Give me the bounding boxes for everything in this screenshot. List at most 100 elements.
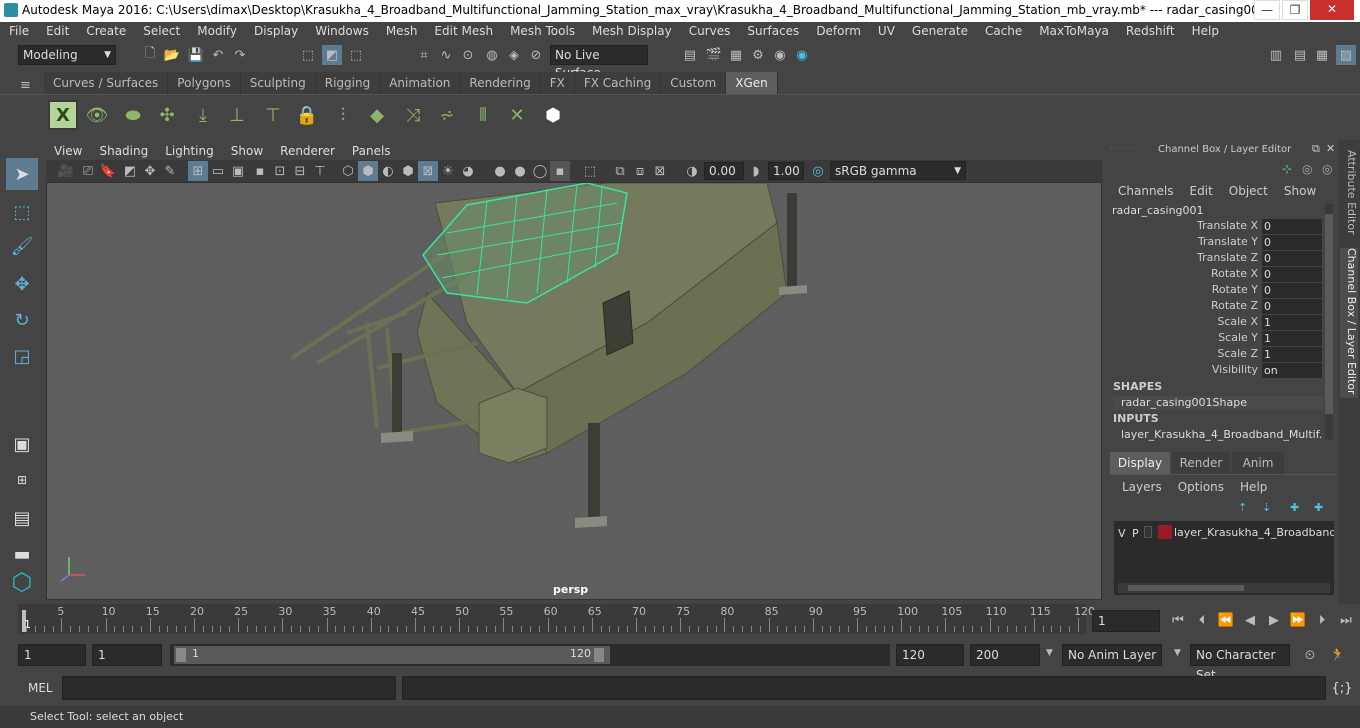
move-layer-down-icon[interactable]: ⇣ [1262,501,1271,514]
rotate-tool-icon[interactable]: ↻ [6,304,38,336]
use-all-lights-icon[interactable]: ⊠ [418,161,438,181]
step-forward-frame-icon[interactable]: ⏵ [1312,610,1332,630]
channel-label[interactable]: Scale X [1108,315,1258,328]
vp-menu-shading[interactable]: Shading [91,141,157,161]
exposure-field[interactable]: 0.00 [704,162,744,180]
exposure-icon[interactable]: ◑ [682,161,702,181]
paint-select-tool-icon[interactable]: 🖌 [6,230,38,262]
colorspace-dropdown[interactable]: sRGB gamma ▼ [830,161,966,180]
playback-start-field[interactable]: 1 [92,644,162,666]
shelf-menu-icon[interactable]: ≡ [20,78,31,93]
current-frame-field[interactable]: 1 [1092,610,1160,632]
close-panel-icon[interactable]: ✕ [1326,142,1335,155]
menu-display[interactable]: Display [245,22,306,42]
render-current-frame-icon[interactable]: 🎬 [704,45,724,65]
xgen-sculpt-guides-icon[interactable]: ⫶ [328,100,358,130]
xgen-lock-guide-icon[interactable]: 🔒 [292,100,322,130]
layer-tab-anim[interactable]: Anim [1232,452,1284,474]
single-perspective-layout-icon[interactable]: ▣ [6,428,38,460]
anim-layer-dropdown[interactable]: No Anim Layer [1062,644,1162,666]
outliner-layout-icon[interactable]: ▤ [6,502,38,534]
live-surface-field[interactable]: No Live Surface [550,45,648,80]
playback-end-field[interactable]: 120 [896,644,964,666]
cb-menu-show[interactable]: Show [1284,184,1316,198]
render-settings-icon[interactable]: ⚙ [748,45,768,65]
select-tool-icon[interactable]: ➤ [6,158,38,190]
auto-key-icon[interactable]: ⏲ [1300,645,1320,665]
xgen-create-description-icon[interactable]: ⬬ [118,100,148,130]
layer-visibility-toggle[interactable]: V [1118,527,1126,540]
camera-select-icon[interactable]: 🎥 [56,161,76,181]
channel-scrollbar[interactable] [1325,204,1333,440]
resolution-gate-icon[interactable]: ▣ [228,161,248,181]
xray-icon[interactable]: ⬚ [580,161,600,181]
input-name[interactable]: layer_Krasukha_4_Broadband_Multif... [1113,428,1323,442]
end-time-field[interactable]: 200 [970,644,1040,666]
tab-attribute-editor[interactable]: Attribute Editor [1340,150,1358,240]
smooth-shade-icon[interactable]: ⬢ [358,161,378,181]
vp-menu-renderer[interactable]: Renderer [272,141,344,161]
shelf-tab-fx-caching[interactable]: FX Caching [574,72,662,94]
xgen-preview-eye-icon[interactable]: 👁 [82,100,112,130]
xgen-editor-icon[interactable]: X [48,100,78,130]
channel-value[interactable]: 0 [1262,267,1322,282]
menu-mesh[interactable]: Mesh [377,22,426,42]
channel-value[interactable]: 0 [1262,283,1322,298]
channel-value[interactable]: 0 [1262,299,1322,314]
ipr-render-icon[interactable]: ▦ [726,45,746,65]
save-scene-icon[interactable]: 💾 [186,45,206,65]
anim-curve-icon[interactable]: ◎ [1302,162,1312,176]
bookmark-icon[interactable]: 🔖 [98,161,118,181]
perspective-viewport[interactable]: persp [46,182,1102,600]
channel-box-toggle-icon[interactable]: ▨ [1336,45,1356,65]
select-component-icon[interactable]: ⬚ [346,45,366,65]
layer-hscrollbar[interactable] [1118,583,1330,593]
new-scene-icon[interactable]: 🗋 [140,45,160,65]
play-forwards-icon[interactable]: ▶ [1264,610,1284,630]
menu-edit[interactable]: Edit [37,22,77,42]
menu-mesh-display[interactable]: Mesh Display [583,22,680,42]
snap-point-icon[interactable]: ⊙ [458,45,478,65]
gamma-field[interactable]: 1.00 [768,162,804,180]
minimize-button[interactable]: — [1254,0,1280,20]
snap-view-icon[interactable]: ◍ [482,45,502,65]
four-view-layout-icon[interactable]: ⊞ [6,464,38,496]
lasso-tool-icon[interactable]: ⬚ [6,196,38,228]
cb-menu-channels[interactable]: Channels [1118,184,1174,198]
xgen-add-guide-icon[interactable]: ⊥ [222,100,252,130]
range-end-handle[interactable] [594,648,604,662]
depth-of-field-icon[interactable]: ◯ [530,161,550,181]
menuset-dropdown[interactable]: Modeling ▼ [18,45,116,65]
menu-windows[interactable]: Windows [306,22,377,42]
channel-value[interactable]: 0 [1262,251,1322,266]
menu-deform[interactable]: Deform [807,22,869,42]
ambient-occlusion-icon[interactable]: ◕ [458,161,478,181]
snap-grid-icon[interactable]: ⌗ [414,45,434,65]
range-slider-bar[interactable] [174,646,610,664]
xgen-guide-visibility-icon[interactable]: ⊤ [258,100,288,130]
xgen-brush-icon[interactable]: ⩫ [432,100,462,130]
workspace-icon[interactable]: ▥ [1266,45,1286,65]
channel-value[interactable]: 1 [1262,315,1322,330]
move-layer-up-icon[interactable]: ⇡ [1238,501,1247,514]
hypershade-icon[interactable]: ◉ [770,45,790,65]
xray-components-icon[interactable]: ⧈ [630,161,650,181]
gamma-icon[interactable]: ◗ [746,161,766,181]
range-start-handle[interactable] [176,648,186,662]
step-forward-key-icon[interactable]: ⏩ [1288,610,1308,630]
channel-value[interactable]: on [1262,363,1322,378]
scale-tool-icon[interactable]: ◲ [6,340,38,372]
menu-create[interactable]: Create [77,22,134,42]
new-layer-selected-icon[interactable]: ✚ [1314,501,1323,514]
menu-select[interactable]: Select [134,22,188,42]
layer-menu-options[interactable]: Options [1178,480,1224,494]
cb-menu-edit[interactable]: Edit [1190,184,1213,198]
backface-culling-icon[interactable]: ⊠ [650,161,670,181]
command-input[interactable] [62,676,396,700]
menu-generate[interactable]: Generate [903,22,976,42]
vp-menu-lighting[interactable]: Lighting [157,141,223,161]
xgen-delete-guides-icon[interactable]: ✕ [502,100,532,130]
channel-value[interactable]: 1 [1262,331,1322,346]
channel-label[interactable]: Translate Y [1108,235,1258,248]
undo-icon[interactable]: ↶ [208,45,228,65]
